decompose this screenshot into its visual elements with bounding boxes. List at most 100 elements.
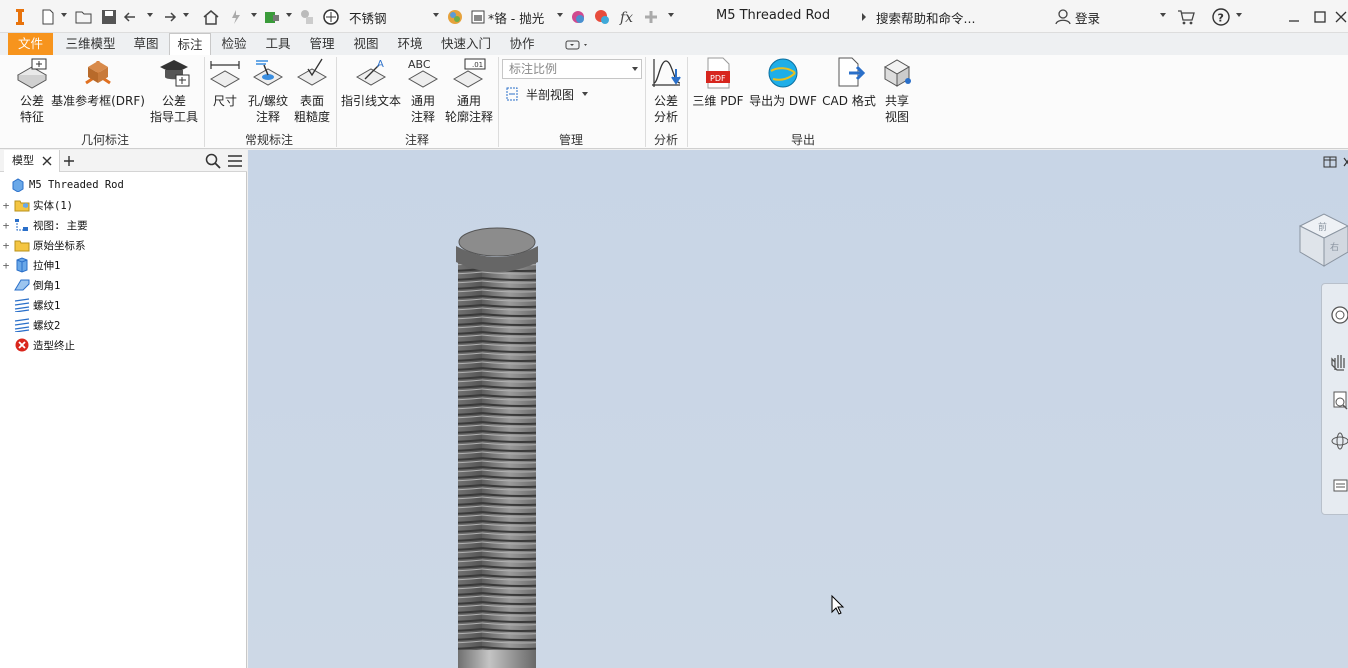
adjust-appearance-icon[interactable] — [569, 7, 587, 27]
tree-item-extrusion1[interactable]: + 拉伸1 — [0, 255, 60, 275]
general-note-button[interactable]: ABC 通用 注释 — [404, 57, 442, 125]
panel-label-general-dimension: 常规标注 — [244, 133, 293, 147]
tab-file[interactable]: 文件 — [8, 33, 53, 55]
add-browser-tab-icon[interactable] — [62, 154, 76, 168]
expand-icon[interactable]: + — [0, 199, 12, 212]
expand-icon[interactable]: + — [0, 239, 12, 252]
general-profile-note-button[interactable]: .01 通用 轮廓注释 — [442, 57, 496, 125]
tree-item-origin[interactable]: + 原始坐标系 — [0, 235, 86, 255]
appearance-selector[interactable]: *铬 - 抛光 — [488, 8, 544, 27]
graphics-window[interactable]: 前 右 — [248, 150, 1348, 668]
tab-view[interactable]: 视图 — [346, 33, 386, 55]
chevron-down-icon[interactable] — [582, 92, 588, 96]
surface-roughness-icon — [294, 57, 330, 89]
viewport-close-icon[interactable] — [1342, 154, 1348, 170]
chevron-down-icon[interactable] — [632, 67, 638, 71]
tab-3d-model[interactable]: 三维模型 — [57, 33, 124, 55]
chevron-down-icon[interactable] — [1160, 13, 1166, 17]
tab-tools[interactable]: 工具 — [258, 33, 298, 55]
expand-icon[interactable]: + — [0, 219, 12, 232]
open-folder-icon[interactable] — [74, 7, 94, 27]
shared-views-button[interactable]: 共享 视图 — [876, 57, 918, 125]
chevron-down-icon[interactable] — [61, 13, 67, 17]
pan-hand-icon[interactable] — [1326, 350, 1348, 372]
panel-label-analysis: 分析 — [653, 133, 678, 147]
tolerance-analysis-button[interactable]: 公差 分析 — [647, 57, 685, 125]
threaded-rod-model[interactable] — [456, 227, 538, 668]
redo-icon[interactable] — [158, 7, 178, 27]
chevron-down-icon[interactable] — [1236, 13, 1242, 17]
expand-icon[interactable]: + — [0, 259, 12, 272]
hole-thread-note-button[interactable]: 孔/螺纹 注释 — [246, 57, 290, 125]
sign-in-link[interactable]: 登录 — [1075, 8, 1100, 27]
tree-item-solid-bodies[interactable]: + 实体(1) — [0, 195, 73, 215]
undo-icon[interactable] — [122, 7, 142, 27]
tab-environments[interactable]: 环境 — [390, 33, 430, 55]
tree-item-thread1[interactable]: 螺纹1 — [12, 295, 60, 315]
close-icon[interactable] — [1334, 7, 1348, 27]
help-icon[interactable]: ? — [1211, 7, 1231, 27]
section-view-button[interactable]: 半剖视图 — [505, 85, 574, 103]
annotation-scale-combo[interactable]: 标注比例 — [502, 59, 642, 79]
tab-annotate[interactable]: 标注 — [169, 33, 211, 55]
hamburger-menu-icon[interactable] — [226, 153, 244, 169]
home-icon[interactable] — [201, 7, 221, 27]
chevron-down-icon[interactable] — [668, 13, 674, 17]
viewcube[interactable]: 前 右 — [1298, 213, 1348, 267]
tree-item-thread2[interactable]: 螺纹2 — [12, 315, 60, 335]
datum-reference-frame-button[interactable]: 基准参考框(DRF) — [51, 57, 145, 109]
minimize-icon[interactable] — [1286, 7, 1302, 27]
plus-icon[interactable] — [643, 7, 659, 27]
tab-collaborate[interactable]: 协作 — [502, 33, 542, 55]
tolerance-advisor-button[interactable]: 公差 指导工具 — [148, 57, 200, 125]
material-icon[interactable] — [321, 7, 341, 27]
3d-pdf-button[interactable]: PDF 三维 PDF — [690, 57, 746, 109]
parameters-fx-icon[interactable]: fx — [619, 7, 637, 27]
surface-roughness-button[interactable]: 表面 粗糙度 — [290, 57, 334, 125]
orbit-icon[interactable] — [1326, 430, 1348, 452]
search-icon[interactable] — [204, 153, 222, 169]
chevron-right-icon[interactable] — [859, 7, 869, 27]
chevron-down-icon[interactable] — [557, 13, 563, 17]
select-icon[interactable] — [262, 7, 282, 27]
chevron-down-icon[interactable] — [433, 13, 439, 17]
tab-manage[interactable]: 管理 — [302, 33, 342, 55]
window-layout-icon[interactable] — [1322, 154, 1338, 170]
export-dwf-button[interactable]: 导出为 DWF — [748, 57, 818, 109]
tree-item-part[interactable]: M5 Threaded Rod — [0, 175, 124, 195]
update-icon[interactable] — [226, 7, 246, 27]
help-search-input[interactable]: 搜索帮助和命令... — [876, 8, 975, 27]
cad-format-button[interactable]: CAD 格式 — [820, 57, 878, 109]
tree-item-end-of-part[interactable]: 造型终止 — [12, 335, 75, 355]
cart-icon[interactable] — [1176, 7, 1196, 27]
tree-item-chamfer1[interactable]: 倒角1 — [12, 275, 60, 295]
user-icon[interactable] — [1054, 7, 1072, 27]
appearance-icon[interactable] — [446, 7, 464, 27]
chevron-down-icon[interactable] — [147, 13, 153, 17]
chevron-down-icon[interactable] — [251, 13, 257, 17]
tab-inspect[interactable]: 检验 — [214, 33, 254, 55]
tree-item-view[interactable]: + 视图: 主要 — [0, 215, 88, 235]
clear-appearance-icon[interactable] — [593, 7, 611, 27]
close-tab-icon[interactable] — [40, 154, 54, 168]
save-icon[interactable] — [99, 7, 119, 27]
full-navigation-wheel-icon[interactable] — [1326, 304, 1348, 326]
look-at-icon[interactable] — [1326, 474, 1348, 496]
tab-sketch[interactable]: 草图 — [127, 33, 165, 55]
new-file-icon[interactable] — [38, 7, 58, 27]
chevron-down-icon[interactable] — [286, 13, 292, 17]
shared-views-icon — [879, 57, 915, 89]
tab-get-started[interactable]: 快速入门 — [434, 33, 498, 55]
chevron-down-icon[interactable] — [183, 13, 189, 17]
tolerance-feature-button[interactable]: 公差 特征 — [12, 57, 52, 125]
appearance-swatch-icon[interactable] — [470, 7, 486, 27]
leader-text-button[interactable]: A 指引线文本 — [338, 57, 404, 109]
svg-text:ABC: ABC — [408, 58, 431, 71]
app-logo-icon[interactable] — [12, 7, 28, 27]
ribbon-display-toggle-icon[interactable] — [563, 35, 591, 55]
material-selector[interactable]: 不锈钢 — [349, 8, 387, 27]
zoom-icon[interactable] — [1326, 390, 1348, 412]
maximize-icon[interactable] — [1312, 7, 1328, 27]
object-visibility-icon[interactable] — [297, 7, 317, 27]
dimension-button[interactable]: 尺寸 — [206, 57, 244, 109]
